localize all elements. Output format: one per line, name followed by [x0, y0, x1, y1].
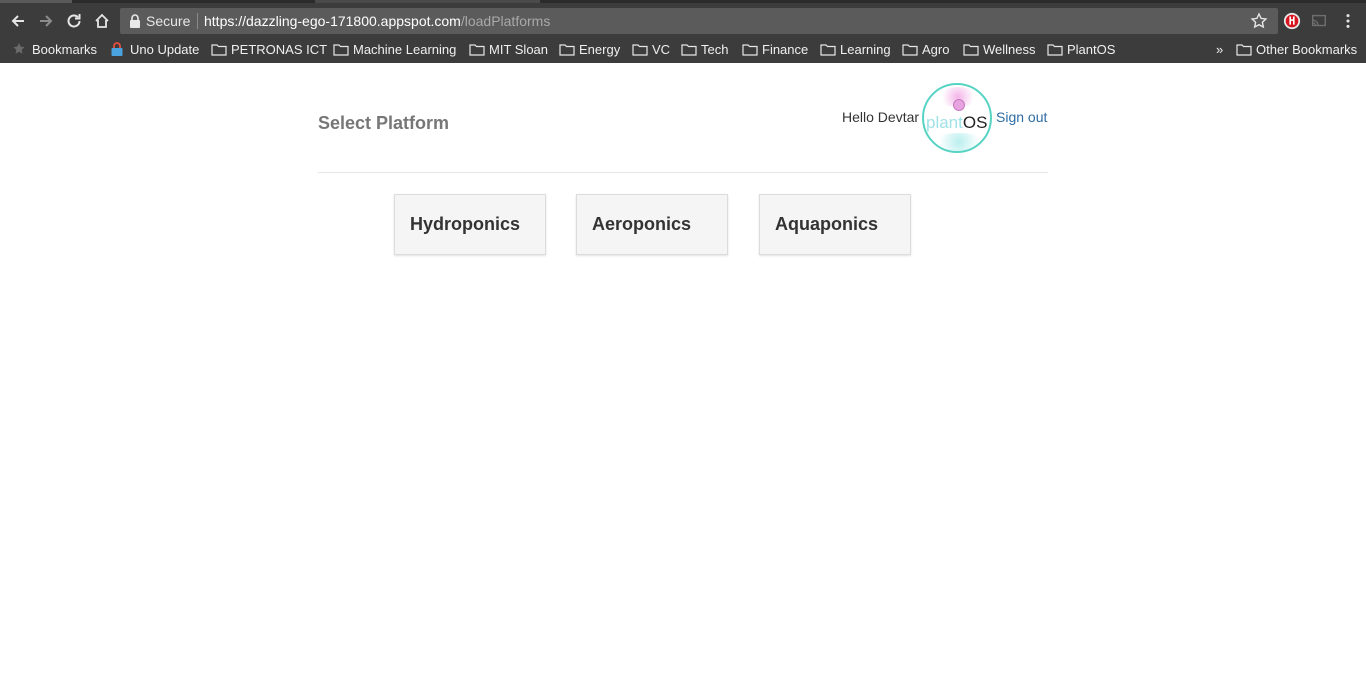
address-bar[interactable]: Secure https://dazzling-ego-171800.appsp…: [120, 8, 1278, 34]
extension-shield-icon: [1283, 12, 1301, 30]
bookmark-finance[interactable]: Finance: [742, 38, 808, 60]
tab-strip: [0, 0, 1366, 3]
plantos-logo: plantOS: [922, 83, 992, 153]
bookmark-petronas-ict[interactable]: PETRONAS ICT: [211, 38, 327, 60]
bookmark-label: Agro: [922, 41, 950, 57]
bookmark-label: Learning: [840, 41, 891, 57]
bookmark-label: Other Bookmarks: [1256, 41, 1358, 57]
folder-icon: [469, 43, 485, 56]
cast-button[interactable]: [1308, 10, 1330, 32]
bookmark-label: Tech: [701, 41, 729, 57]
tab-active[interactable]: [0, 0, 72, 3]
folder-icon: [559, 43, 575, 56]
platform-card-aquaponics[interactable]: Aquaponics: [759, 194, 911, 255]
folder-icon: [742, 43, 758, 56]
logo-wordmark: plantOS: [926, 113, 987, 133]
bookmark-label: PETRONAS ICT: [231, 41, 328, 57]
logo-word-plant: plant: [926, 113, 963, 132]
folder-icon: [333, 43, 349, 56]
folder-icon: [632, 43, 648, 56]
bookmark-plantos[interactable]: PlantOS: [1047, 38, 1115, 60]
bookmarks-overflow-button[interactable]: »: [1216, 38, 1223, 60]
bookmark-label: Wellness: [983, 41, 1036, 57]
url-path: /loadPlatforms: [460, 13, 551, 29]
secure-label: Secure: [146, 13, 191, 29]
folder-icon: [1236, 43, 1252, 56]
bookmark-label: Machine Learning: [353, 41, 457, 57]
star-icon: [13, 43, 25, 54]
bookmark-bookmarks[interactable]: Bookmarks: [12, 38, 97, 60]
omnibox-divider: [197, 13, 198, 29]
arrow-right-icon: [40, 15, 53, 27]
home-icon: [95, 13, 109, 28]
chevron-double-right-icon: »: [1216, 41, 1224, 57]
bookmark-label: MIT Sloan: [489, 41, 549, 57]
reload-button[interactable]: [62, 9, 86, 33]
logo-word-os: OS: [962, 113, 988, 132]
arrow-left-icon: [11, 15, 24, 27]
extension-button[interactable]: [1281, 10, 1303, 32]
menu-button[interactable]: [1337, 10, 1359, 32]
page-header: Select Platform Hello Devtar plantOS Sig…: [318, 63, 1048, 173]
bookmark-tech[interactable]: Tech: [681, 38, 728, 60]
more-vertical-icon: [1346, 14, 1350, 28]
lock-icon: [111, 42, 123, 56]
cast-icon: [1311, 14, 1327, 27]
sign-out-link[interactable]: Sign out: [996, 109, 1047, 125]
bookmark-label: Bookmarks: [32, 41, 98, 57]
tab-inactive[interactable]: [315, 0, 540, 3]
bookmark-uno-update[interactable]: Uno Update: [110, 38, 199, 60]
page-title: Select Platform: [318, 113, 450, 133]
reload-icon: [67, 14, 81, 28]
bookmark-wellness[interactable]: Wellness: [963, 38, 1036, 60]
home-button[interactable]: [90, 9, 114, 33]
browser-chrome: Secure https://dazzling-ego-171800.appsp…: [0, 0, 1366, 63]
bookmark-label: Energy: [579, 41, 621, 57]
page-content: Select Platform Hello Devtar plantOS Sig…: [0, 63, 1366, 697]
bookmark-energy[interactable]: Energy: [559, 38, 620, 60]
url-text[interactable]: https://dazzling-ego-171800.appspot.com/…: [204, 13, 550, 29]
bookmark-label: PlantOS: [1067, 41, 1116, 57]
bookmark-agro[interactable]: Agro: [902, 38, 949, 60]
lock-icon: [130, 14, 140, 28]
folder-icon: [902, 43, 918, 56]
bookmark-other-bookmarks[interactable]: Other Bookmarks: [1236, 38, 1357, 60]
logo-dot: [953, 99, 965, 111]
forward-button[interactable]: [34, 9, 58, 33]
bookmark-label: Finance: [762, 41, 809, 57]
folder-icon: [1047, 43, 1063, 56]
folder-icon: [211, 43, 227, 56]
logo-glow-bottom: [932, 133, 986, 151]
bookmarks-bar: Bookmarks Uno Update PETRONAS ICT Machin…: [0, 38, 1366, 60]
browser-toolbar: Secure https://dazzling-ego-171800.appsp…: [0, 6, 1366, 36]
bookmark-star-icon[interactable]: [1250, 12, 1268, 30]
url-host: https://dazzling-ego-171800.appspot.com: [204, 13, 461, 29]
platform-card-hydroponics[interactable]: Hydroponics: [394, 194, 546, 255]
bookmark-machine-learning[interactable]: Machine Learning: [333, 38, 456, 60]
bookmark-mit-sloan[interactable]: MIT Sloan: [469, 38, 548, 60]
bookmark-learning[interactable]: Learning: [820, 38, 891, 60]
bookmark-label: Uno Update: [130, 41, 200, 57]
bookmark-vc[interactable]: VC: [632, 38, 670, 60]
user-greeting: Hello Devtar: [842, 109, 920, 125]
folder-icon: [681, 43, 697, 56]
platform-card-aeroponics[interactable]: Aeroponics: [576, 194, 728, 255]
back-button[interactable]: [6, 9, 30, 33]
folder-icon: [963, 43, 979, 56]
folder-icon: [820, 43, 836, 56]
bookmark-label: VC: [652, 41, 671, 57]
